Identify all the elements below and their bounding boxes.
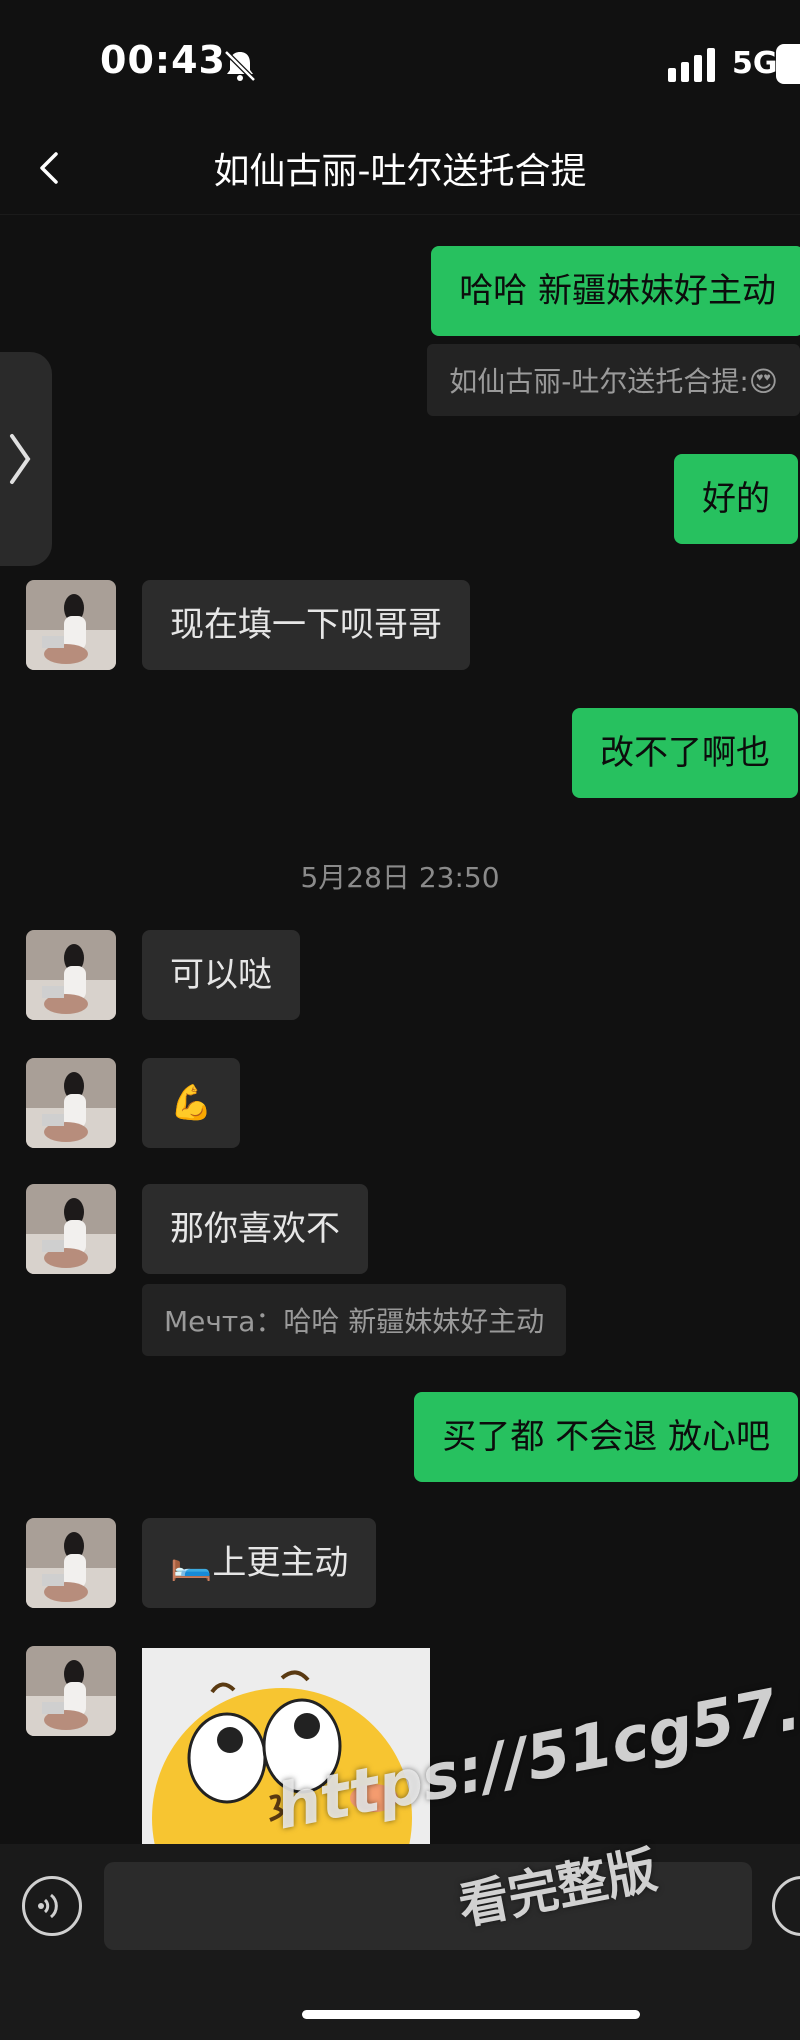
chat-title: 如仙古丽-吐尔送托合提 bbox=[213, 151, 587, 192]
timestamp: 5月28日 23:50 bbox=[300, 861, 500, 894]
avatar[interactable] bbox=[26, 1184, 116, 1274]
message-incoming[interactable]: 可以哒 bbox=[142, 930, 300, 1020]
signal-bars-icon bbox=[668, 48, 715, 82]
avatar[interactable] bbox=[26, 930, 116, 1020]
quote-reply[interactable]: 如仙古丽-吐尔送托合提:😍 bbox=[427, 344, 800, 416]
home-indicator bbox=[302, 2010, 640, 2019]
status-time: 00:43 bbox=[100, 38, 226, 82]
chevron-right-icon bbox=[10, 434, 31, 484]
message-incoming[interactable]: 🛏️上更主动 bbox=[142, 1518, 377, 1608]
battery-icon bbox=[776, 44, 800, 84]
avatar[interactable] bbox=[26, 580, 116, 670]
message-outgoing[interactable]: 买了都 不会退 放心吧 bbox=[414, 1392, 798, 1482]
quote-reply[interactable]: Мечта：哈哈 新疆妹妹好主动 bbox=[142, 1284, 567, 1356]
voice-icon[interactable] bbox=[22, 1876, 82, 1936]
message-outgoing[interactable]: 改不了啊也 bbox=[572, 708, 798, 798]
avatar[interactable] bbox=[26, 1518, 116, 1608]
avatar[interactable] bbox=[26, 1058, 116, 1148]
message-incoming[interactable]: 现在填一下呗哥哥 bbox=[142, 580, 470, 670]
message-outgoing[interactable]: 好的 bbox=[674, 454, 798, 544]
message-incoming[interactable]: 💪 bbox=[142, 1058, 241, 1148]
network-type: 5G bbox=[732, 46, 778, 81]
chevron-left-icon[interactable] bbox=[30, 148, 70, 188]
bell-muted-icon bbox=[224, 50, 256, 82]
avatar[interactable] bbox=[26, 1646, 116, 1736]
side-panel-tab[interactable] bbox=[0, 352, 52, 566]
message-incoming[interactable]: 那你喜欢不 bbox=[142, 1184, 368, 1274]
message-outgoing[interactable]: 哈哈 新疆妹妹好主动 bbox=[431, 246, 800, 336]
